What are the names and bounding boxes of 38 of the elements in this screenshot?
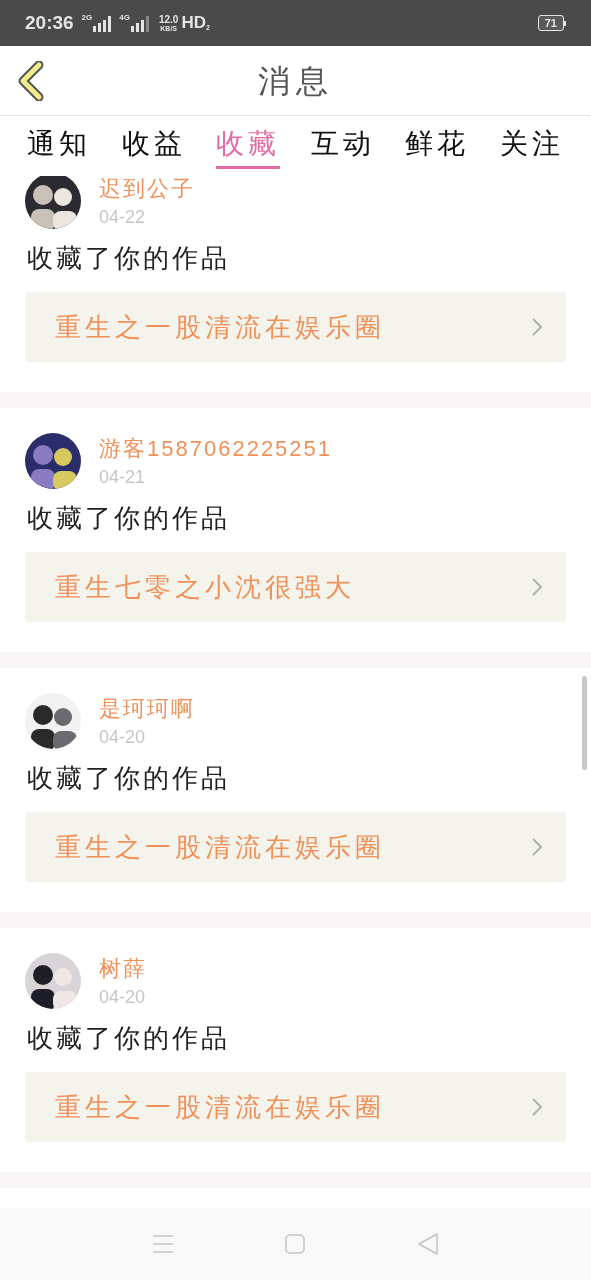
tab[interactable]: 鲜花 (405, 124, 470, 169)
back-icon[interactable] (416, 1233, 439, 1255)
menu-icon[interactable] (152, 1235, 173, 1253)
chevron-right-icon (532, 578, 542, 596)
work-link[interactable]: 重生七零之小沈很强大 (25, 552, 566, 622)
signal-icon (130, 16, 151, 32)
speed-value: 12.0 (158, 14, 179, 25)
message-date: 04-21 (99, 466, 147, 489)
message-date: 04-20 (99, 986, 147, 1009)
signal-icon (93, 16, 114, 32)
work-link[interactable]: 重生之一股清流在娱乐圈 (25, 812, 566, 882)
user-name[interactable]: 是珂珂啊 (99, 694, 195, 724)
battery-level: 71 (537, 15, 564, 31)
user-name[interactable]: 迟到公子 (99, 176, 195, 204)
message-text: 收藏了你的作品 (27, 762, 231, 795)
tab[interactable]: 互动 (310, 124, 375, 169)
message-text: 收藏了你的作品 (27, 1022, 231, 1055)
tab[interactable]: 收藏 (216, 124, 281, 169)
work-link[interactable]: 重生之一股清流在娱乐圈 (25, 1072, 566, 1142)
hd-label: HD (181, 12, 206, 35)
work-link[interactable]: 重生之一股清流在娱乐圈 (25, 292, 566, 362)
home-icon[interactable] (284, 1234, 305, 1254)
tab[interactable]: 收益 (121, 124, 186, 169)
message-text: 收藏了你的作品 (27, 502, 231, 535)
network-label: 4G (119, 14, 130, 22)
user-name[interactable]: 游客1587062225251 (99, 434, 333, 464)
clock: 20:36 (25, 10, 74, 35)
chevron-right-icon (532, 838, 542, 856)
network-label: 2G (81, 14, 93, 22)
message-date: 04-22 (99, 206, 147, 229)
page-title: 消息 (257, 61, 334, 101)
tab[interactable]: 关注 (499, 124, 564, 169)
chevron-right-icon (532, 318, 542, 336)
chevron-right-icon (532, 1098, 542, 1116)
user-name[interactable]: 树薛 (99, 954, 147, 984)
tab[interactable]: 通知 (27, 124, 91, 169)
message-date: 04-20 (99, 726, 147, 749)
message-text: 收藏了你的作品 (27, 242, 231, 275)
